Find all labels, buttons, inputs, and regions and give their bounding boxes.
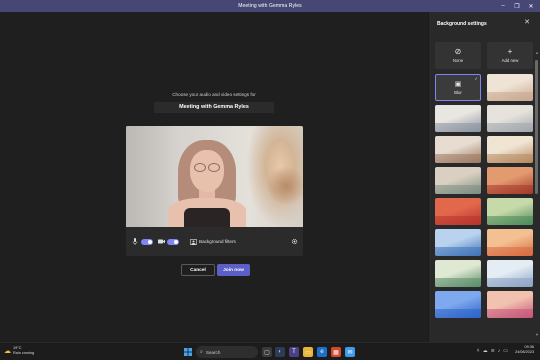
background-thumbnail[interactable]: [487, 105, 533, 132]
close-icon[interactable]: ✕: [524, 0, 538, 12]
add-new-label: Add new: [501, 58, 519, 63]
title-bar: Meeting with Gemma Ryles – ❐ ✕: [0, 0, 540, 12]
preview-controls: Background filters: [126, 227, 303, 256]
cloud-icon[interactable]: ☁: [483, 348, 488, 354]
task-view-icon[interactable]: ▢: [262, 347, 272, 357]
panel-scrollbar[interactable]: [535, 60, 538, 194]
camera-preview: [126, 126, 303, 227]
file-explorer-icon[interactable]: ▭: [303, 347, 313, 357]
background-thumbnail[interactable]: [487, 260, 533, 287]
add-new-option[interactable]: + Add new: [487, 42, 533, 69]
mail-icon[interactable]: ✉: [345, 347, 355, 357]
background-thumbnail[interactable]: [435, 167, 481, 194]
close-icon[interactable]: ✕: [524, 18, 530, 26]
background-thumbnail[interactable]: [435, 105, 481, 132]
scroll-down-icon[interactable]: ▼: [535, 332, 539, 337]
background-thumbnail[interactable]: [487, 198, 533, 225]
maximize-icon[interactable]: ❐: [510, 0, 524, 12]
chat-icon[interactable]: ◐: [275, 347, 285, 357]
background-filters-label: Background filters: [199, 239, 236, 244]
background-thumbnail[interactable]: [487, 74, 533, 101]
background-thumbnail[interactable]: [435, 136, 481, 163]
store-icon[interactable]: ▦: [331, 347, 341, 357]
glasses: [192, 163, 222, 172]
weather-widget[interactable]: ☁ 19°C Rain coming: [4, 346, 34, 355]
chevron-up-icon[interactable]: ˄: [477, 348, 480, 354]
join-now-button[interactable]: Join now: [217, 264, 250, 276]
plus-icon: +: [507, 47, 513, 56]
clock-time: 09:36: [524, 345, 534, 349]
blur-label: Blur: [454, 90, 462, 95]
settings-prompt: Choose your audio and video settings for: [172, 92, 256, 97]
battery-icon[interactable]: ▭: [503, 348, 508, 354]
camera-toggle[interactable]: [167, 238, 179, 245]
gear-icon[interactable]: [290, 238, 298, 246]
background-filters-button[interactable]: Background filters: [189, 238, 236, 246]
background-thumbnail[interactable]: [435, 229, 481, 256]
speaker-icon[interactable]: ♪: [498, 348, 501, 354]
teams-icon[interactable]: T: [289, 347, 299, 357]
background-filters-icon: [189, 238, 197, 246]
minimize-icon[interactable]: –: [496, 0, 510, 12]
background-thumbnail[interactable]: [487, 291, 533, 318]
background-thumbnail[interactable]: [487, 229, 533, 256]
search-icon: ⌕: [200, 349, 203, 355]
panel-title: Background settings: [437, 21, 487, 27]
background-settings-panel: Background settings ✕ ▲ ▼ ⊘ None + Add n…: [428, 12, 540, 342]
microphone-toggle[interactable]: [141, 238, 153, 245]
clock[interactable]: 09:36 24/08/2023: [515, 345, 534, 355]
blur-option[interactable]: ✓ ▣ Blur: [435, 74, 481, 101]
clock-date: 24/08/2023: [514, 350, 534, 354]
background-thumbnail[interactable]: [435, 260, 481, 287]
system-tray: ˄ ☁ ≋ ♪ ▭: [477, 348, 508, 354]
background-thumbnail[interactable]: [435, 198, 481, 225]
none-option[interactable]: ⊘ None: [435, 42, 481, 69]
prejoin-screen: Choose your audio and video settings for…: [0, 12, 428, 342]
windows-taskbar: ☁ 19°C Rain coming ⌕ Search ▢ ◐ T ▭ e ▦ …: [0, 342, 540, 360]
none-label: None: [452, 58, 464, 63]
weather-temp: 19°C: [13, 346, 22, 350]
taskbar-search[interactable]: ⌕ Search: [196, 346, 258, 358]
checkmark-icon: ✓: [474, 76, 478, 81]
weather-icon: ☁: [4, 347, 11, 355]
background-thumbnail[interactable]: [487, 167, 533, 194]
no-background-icon: ⊘: [454, 47, 462, 56]
meeting-title: Meeting with Gemma Ryles: [154, 102, 274, 113]
wifi-icon[interactable]: ≋: [491, 348, 495, 354]
video-preview-card: Background filters: [126, 126, 303, 256]
camera-icon: [157, 238, 165, 246]
background-thumbnail[interactable]: [487, 136, 533, 163]
start-icon[interactable]: [183, 347, 193, 357]
search-placeholder: Search: [205, 349, 221, 355]
microphone-icon: [131, 238, 139, 246]
background-thumbnail[interactable]: [435, 291, 481, 318]
cancel-button[interactable]: Cancel: [181, 264, 215, 276]
edge-icon[interactable]: e: [317, 347, 327, 357]
scroll-up-icon[interactable]: ▲: [535, 50, 539, 55]
window-title: Meeting with Gemma Ryles: [238, 3, 302, 9]
weather-desc: Rain coming: [13, 350, 35, 355]
blur-icon: ▣: [454, 81, 462, 88]
